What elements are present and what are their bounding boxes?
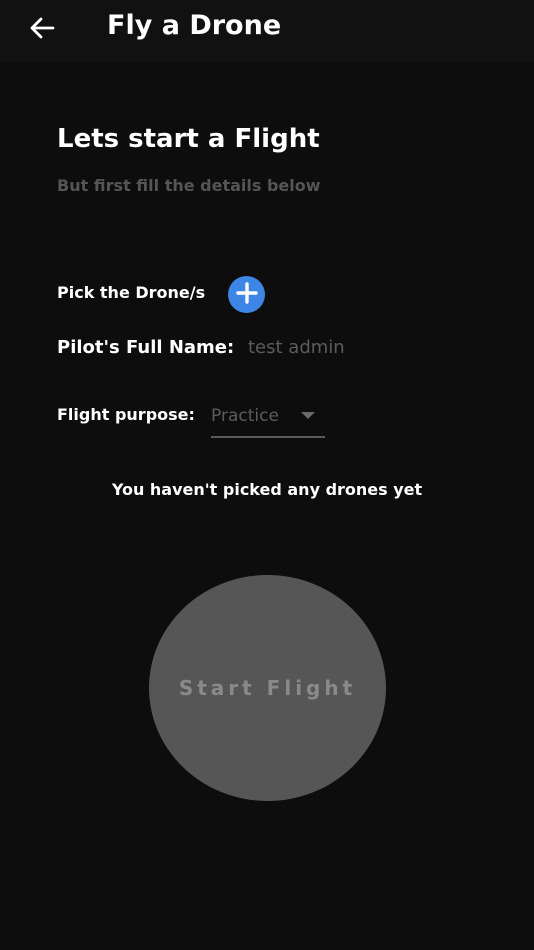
pick-drone-label: Pick the Drone/s <box>57 283 206 302</box>
flight-purpose-value: Practice <box>211 406 279 426</box>
pilot-name-field[interactable]: test admin <box>248 337 345 358</box>
no-drones-message: You haven't picked any drones yet <box>111 480 423 499</box>
caret-down-icon <box>301 412 315 419</box>
arrow-left-icon <box>29 17 55 43</box>
page-subheading: But first fill the details below <box>57 176 321 195</box>
pilot-name-label: Pilot's Full Name: <box>57 337 235 358</box>
flight-purpose-label: Flight purpose: <box>57 405 195 424</box>
start-flight-button[interactable]: Start Flight <box>149 575 386 801</box>
flight-purpose-dropdown[interactable]: Practice <box>211 398 325 438</box>
page-heading: Lets start a Flight <box>57 124 320 154</box>
fly-drone-screen: Fly a Drone Lets start a Flight But firs… <box>0 0 534 950</box>
back-button[interactable] <box>24 12 60 48</box>
app-title: Fly a Drone <box>107 10 282 41</box>
add-drone-button[interactable] <box>228 276 265 313</box>
plus-icon <box>235 281 258 308</box>
app-bar: Fly a Drone <box>0 0 534 62</box>
start-flight-label: Start Flight <box>178 676 357 700</box>
